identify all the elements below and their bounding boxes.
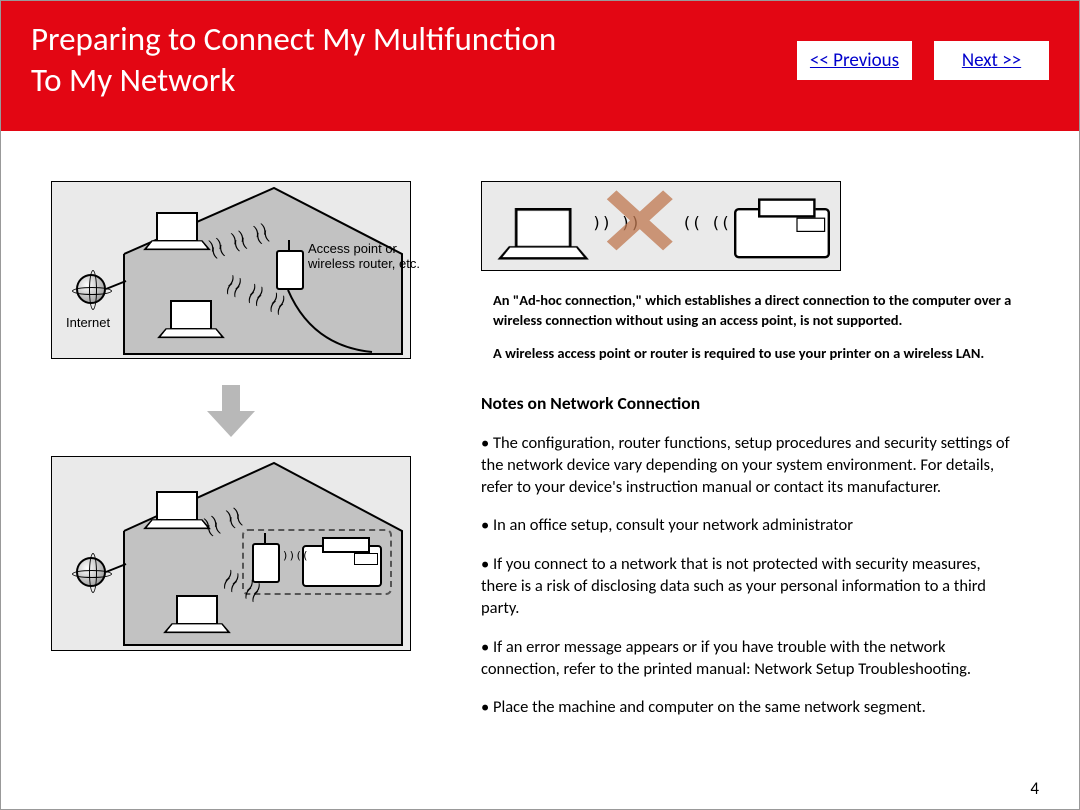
note-bullet: • In an office setup, consult your netwo… — [481, 514, 1019, 536]
wifi-waves-icon: (( (( — [682, 218, 730, 228]
cable-line-icon — [282, 286, 402, 356]
nav-buttons: << Previous Next >> — [797, 41, 1049, 80]
next-button[interactable]: Next >> — [934, 41, 1049, 80]
wifi-waves-icon: ))(( — [282, 553, 309, 560]
note-bullet: • The configuration, router functions, s… — [481, 432, 1019, 499]
diagram-after: ))(( )) ))(( (( )) ))(( (( — [51, 456, 411, 651]
diagram-before: Internet )) )) ))(( (( (( )) )) ))(( (( … — [51, 181, 411, 359]
note-bullet: • Place the machine and computer on the … — [481, 696, 1019, 718]
router-icon — [252, 543, 280, 583]
router-required-note: A wireless access point or router is req… — [481, 344, 1019, 364]
adhoc-note: An "Ad-hoc connection," which establishe… — [481, 291, 1019, 330]
laptop-icon — [162, 300, 216, 336]
internet-label: Internet — [66, 316, 110, 331]
manual-page: Preparing to Connect My Multifunction To… — [0, 0, 1080, 810]
title-line-1: Preparing to Connect My Multifunction — [31, 19, 556, 59]
header-bar: Preparing to Connect My Multifunction To… — [1, 1, 1079, 131]
page-number: 4 — [1030, 778, 1039, 799]
laptop-icon — [168, 595, 222, 631]
access-point-label: Access point or wireless router, etc. — [308, 242, 420, 272]
right-column: )) )) ✕ (( (( An "Ad-hoc connection," wh… — [481, 181, 1049, 734]
title-line-2: To My Network — [31, 60, 235, 100]
note-bullet: • If you connect to a network that is no… — [481, 553, 1019, 620]
content-area: Internet )) )) ))(( (( (( )) )) ))(( (( … — [1, 131, 1079, 734]
printer-icon — [734, 208, 830, 258]
diagram-adhoc: )) )) ✕ (( (( — [481, 181, 841, 271]
router-icon — [276, 250, 304, 290]
arrow-down-icon — [207, 385, 255, 440]
laptop-icon — [504, 208, 577, 257]
left-column: Internet )) )) ))(( (( (( )) )) ))(( (( … — [31, 181, 431, 734]
laptop-icon — [148, 491, 202, 527]
note-bullet: • If an error message appears or if you … — [481, 636, 1019, 681]
globe-line-icon — [102, 560, 132, 590]
laptop-icon — [148, 212, 202, 248]
previous-button[interactable]: << Previous — [797, 41, 912, 80]
globe-line-icon — [102, 277, 132, 307]
printer-icon — [302, 545, 382, 587]
notes-heading: Notes on Network Connection — [481, 392, 1019, 414]
not-supported-x-icon: ✕ — [596, 176, 684, 271]
